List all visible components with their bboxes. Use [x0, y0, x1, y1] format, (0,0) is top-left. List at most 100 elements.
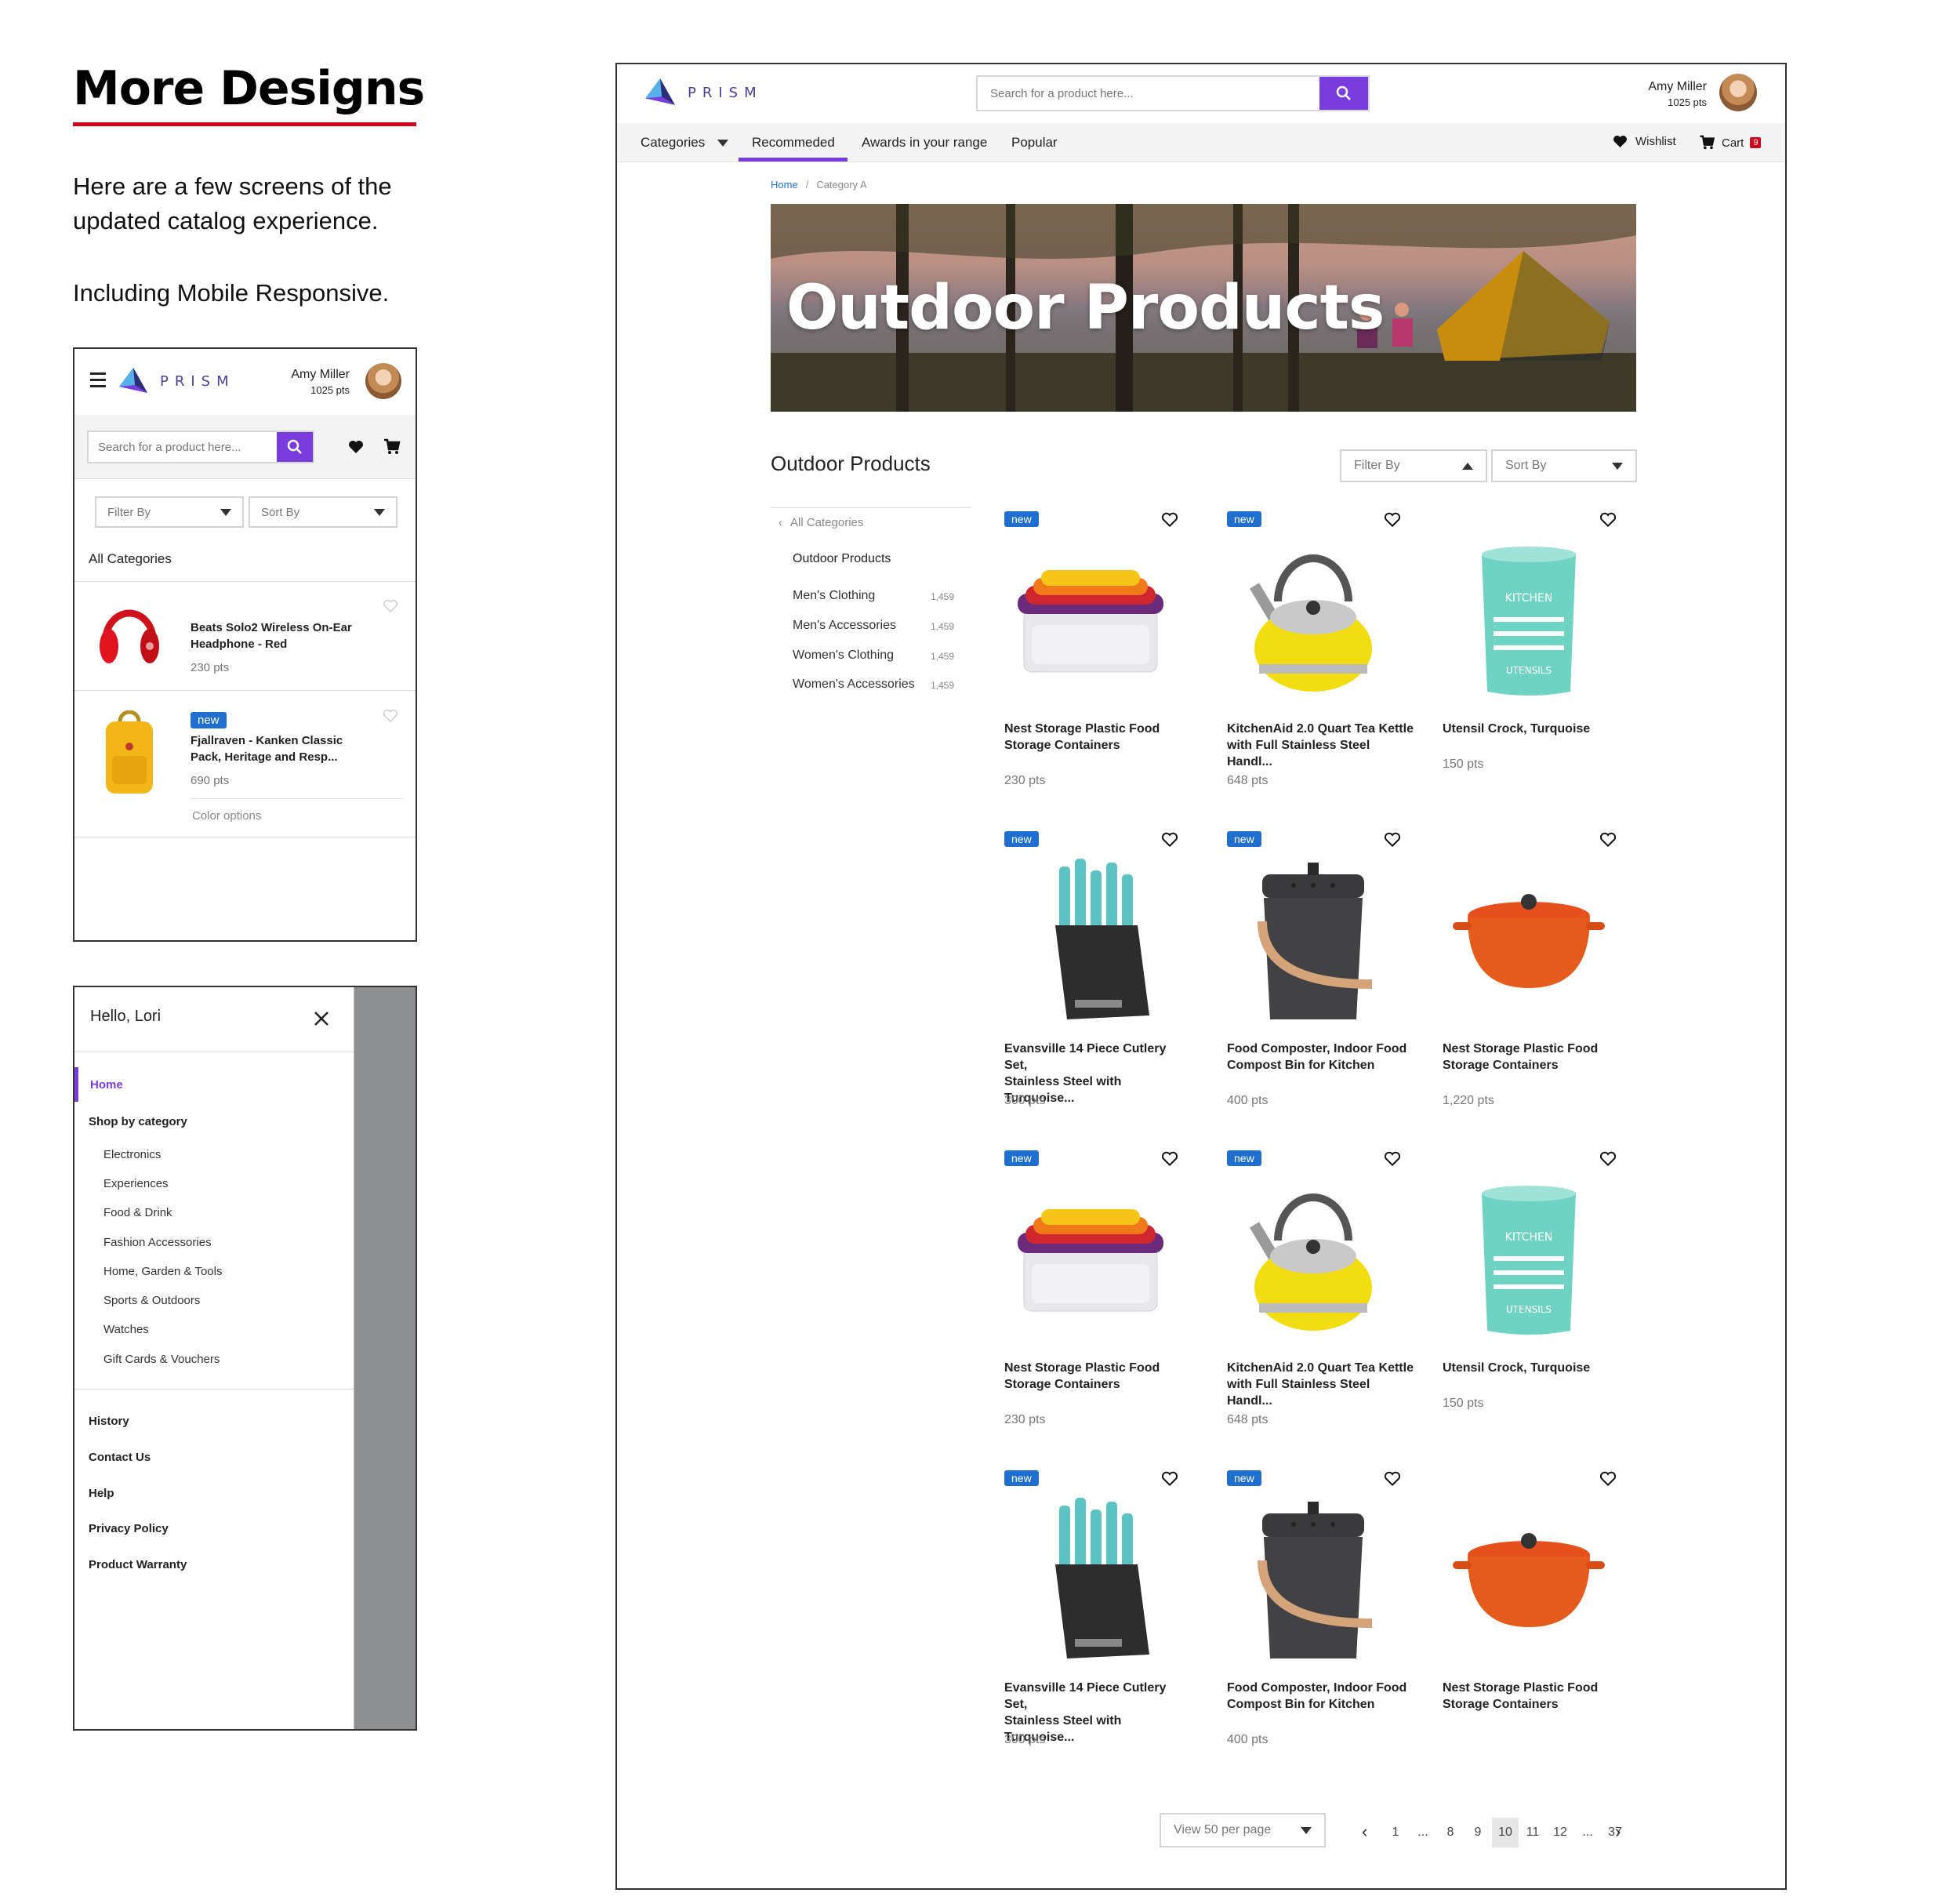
product-card[interactable]: new Food Composter, Indoor Food Compost Bi… [1227, 1400, 1431, 1746]
sidebar-item-womens-clothing[interactable]: Women's Clothing [793, 648, 894, 663]
crock-icon[interactable]: KITCHEN UTENSILS [1443, 1174, 1615, 1346]
page-number[interactable]: 12 [1550, 1826, 1570, 1840]
product-card[interactable]: new KitchenAid 2.0 Quart Tea Kettle with F… [1227, 1080, 1431, 1426]
sidebar-back-all-categories[interactable]: ‹ All Categories [779, 516, 863, 529]
product-title[interactable]: Utensil Crock, Turquoise [1443, 721, 1631, 737]
menu-shop-by-category[interactable]: Shop by category [89, 1115, 187, 1128]
user-info[interactable]: Amy Miller 1025 pts [1648, 80, 1707, 108]
kettle-icon[interactable] [1227, 535, 1399, 707]
all-categories-label[interactable]: All Categories [89, 551, 172, 567]
nav-recommended[interactable]: Recommeded [752, 135, 835, 151]
product-title[interactable]: Nest Storage Plastic Food Storage Contain… [1004, 721, 1192, 754]
menu-category-gift-cards[interactable]: Gift Cards & Vouchers [103, 1353, 220, 1366]
product-title[interactable]: Nest Storage Plastic Food Storage Contain… [1443, 1041, 1631, 1074]
menu-help[interactable]: Help [89, 1487, 114, 1500]
heart-outline-icon[interactable] [1599, 832, 1617, 848]
menu-category-home-garden[interactable]: Home, Garden & Tools [103, 1265, 222, 1278]
product-card[interactable]: new Evansville 14 Piece Cutlery Set, Stain… [1004, 1400, 1208, 1746]
search-button[interactable] [277, 432, 313, 462]
filter-select[interactable]: Filter By [95, 496, 244, 528]
menu-category-watches[interactable]: Watches [103, 1323, 149, 1336]
heart-outline-icon[interactable] [1161, 512, 1178, 528]
containers-icon[interactable] [1004, 1174, 1177, 1346]
page-number[interactable]: 9 [1468, 1826, 1488, 1840]
menu-category-fashion[interactable]: Fashion Accessories [103, 1236, 212, 1249]
heart-outline-icon[interactable] [1161, 1151, 1178, 1167]
menu-category-electronics[interactable]: Electronics [103, 1148, 161, 1161]
page-number-current[interactable]: 10 [1492, 1818, 1519, 1847]
wishlist-link[interactable]: Wishlist [1613, 135, 1676, 148]
menu-category-sports[interactable]: Sports & Outdoors [103, 1294, 200, 1307]
heart-outline-icon[interactable] [1161, 832, 1178, 848]
product-title[interactable]: Food Composter, Indoor Food Compost Bin f… [1227, 1680, 1415, 1713]
wishlist-heart-icon[interactable] [348, 440, 364, 454]
menu-product-warranty[interactable]: Product Warranty [89, 1558, 187, 1571]
sidebar-item-mens-clothing[interactable]: Men's Clothing [793, 589, 875, 603]
heart-outline-icon[interactable] [1384, 832, 1401, 848]
knife-block-icon[interactable] [1004, 855, 1177, 1027]
list-item[interactable]: new Fjallraven - Kanken Classic Pack, Her… [74, 692, 416, 837]
overlay-backdrop[interactable] [354, 987, 416, 1729]
cart-icon[interactable] [383, 438, 401, 456]
product-title[interactable]: Utensil Crock, Turquoise [1443, 1360, 1631, 1376]
color-options-link[interactable]: Color options [192, 809, 261, 823]
product-card[interactable]: Nest Storage Plastic Food Storage Contain… [1443, 1400, 1646, 1713]
logo[interactable]: PRISM [644, 77, 763, 108]
chevron-left-icon[interactable]: ‹ [1362, 1822, 1367, 1842]
nav-categories[interactable]: Categories [641, 135, 729, 151]
page-number[interactable]: 1 [1385, 1826, 1406, 1840]
sort-select[interactable]: Sort By [249, 496, 397, 528]
breadcrumb-home[interactable]: Home [771, 179, 798, 191]
menu-category-food-drink[interactable]: Food & Drink [103, 1206, 172, 1219]
menu-privacy-policy[interactable]: Privacy Policy [89, 1522, 169, 1535]
product-card[interactable]: new KitchenAid 2.0 Quart Tea Kettle with F… [1227, 441, 1431, 787]
heart-outline-icon[interactable] [383, 709, 398, 723]
sidebar-item-mens-accessories[interactable]: Men's Accessories [793, 619, 896, 633]
compost-bin-icon[interactable] [1227, 1494, 1399, 1666]
menu-history[interactable]: History [89, 1415, 129, 1428]
search-input[interactable] [89, 432, 277, 462]
compost-bin-icon[interactable] [1227, 855, 1399, 1027]
product-card[interactable]: Nest Storage Plastic Food Storage Contain… [1443, 761, 1646, 1107]
dutch-oven-icon[interactable] [1443, 1494, 1615, 1666]
heart-outline-icon[interactable] [1599, 1151, 1617, 1167]
heart-outline-icon[interactable] [1384, 1151, 1401, 1167]
search-button[interactable] [1319, 77, 1368, 110]
kettle-icon[interactable] [1227, 1174, 1399, 1346]
containers-icon[interactable] [1004, 535, 1177, 707]
user-info[interactable]: Amy Miller 1025 pts [291, 368, 350, 396]
hamburger-icon[interactable] [90, 372, 106, 387]
dutch-oven-icon[interactable] [1443, 855, 1615, 1027]
avatar[interactable] [1719, 74, 1757, 111]
close-icon[interactable] [314, 1011, 329, 1026]
page-number[interactable]: 11 [1523, 1826, 1543, 1840]
page-number[interactable]: 8 [1440, 1826, 1461, 1840]
sidebar-item-womens-accessories[interactable]: Women's Accessories [793, 678, 915, 692]
menu-home[interactable]: Home [90, 1078, 123, 1092]
product-title[interactable]: Nest Storage Plastic Food Storage Contain… [1443, 1680, 1631, 1713]
product-card[interactable]: new Nest Storage Plastic Food Storage Cont… [1004, 1080, 1208, 1426]
product-card[interactable]: KITCHEN UTENSILS Utensil Crock, Turquoise 1… [1443, 1080, 1646, 1410]
avatar[interactable] [365, 363, 401, 399]
chevron-right-icon[interactable]: › [1615, 1822, 1621, 1842]
heart-outline-icon[interactable] [1161, 1471, 1178, 1487]
product-title[interactable]: Nest Storage Plastic Food Storage Contain… [1004, 1360, 1192, 1393]
crock-icon[interactable]: KITCHEN UTENSILS [1443, 535, 1615, 707]
cart-link[interactable]: Cart 9 [1699, 135, 1762, 151]
list-item[interactable]: Beats Solo2 Wireless On-Ear Headphone - R… [74, 582, 416, 691]
nav-awards-in-range[interactable]: Awards in your range [862, 135, 987, 151]
knife-block-icon[interactable] [1004, 1494, 1177, 1666]
nav-popular[interactable]: Popular [1011, 135, 1058, 151]
search-input[interactable] [978, 77, 1319, 110]
product-title[interactable]: Food Composter, Indoor Food Compost Bin f… [1227, 1041, 1415, 1074]
logo[interactable]: PRISM [118, 366, 235, 396]
heart-outline-icon[interactable] [1384, 1471, 1401, 1487]
heart-outline-icon[interactable] [1599, 1471, 1617, 1487]
product-card[interactable]: new Nest Storage Plastic Food Storage Cont… [1004, 441, 1208, 787]
product-card[interactable]: new Evansville 14 Piece Cutlery Set, Stain… [1004, 761, 1208, 1107]
menu-contact-us[interactable]: Contact Us [89, 1451, 151, 1464]
heart-outline-icon[interactable] [383, 599, 398, 613]
product-card[interactable]: KITCHEN UTENSILS Utensil Crock, Turquoise 1… [1443, 441, 1646, 771]
menu-category-experiences[interactable]: Experiences [103, 1177, 169, 1190]
product-card[interactable]: new Food Composter, Indoor Food Compost Bi… [1227, 761, 1431, 1107]
